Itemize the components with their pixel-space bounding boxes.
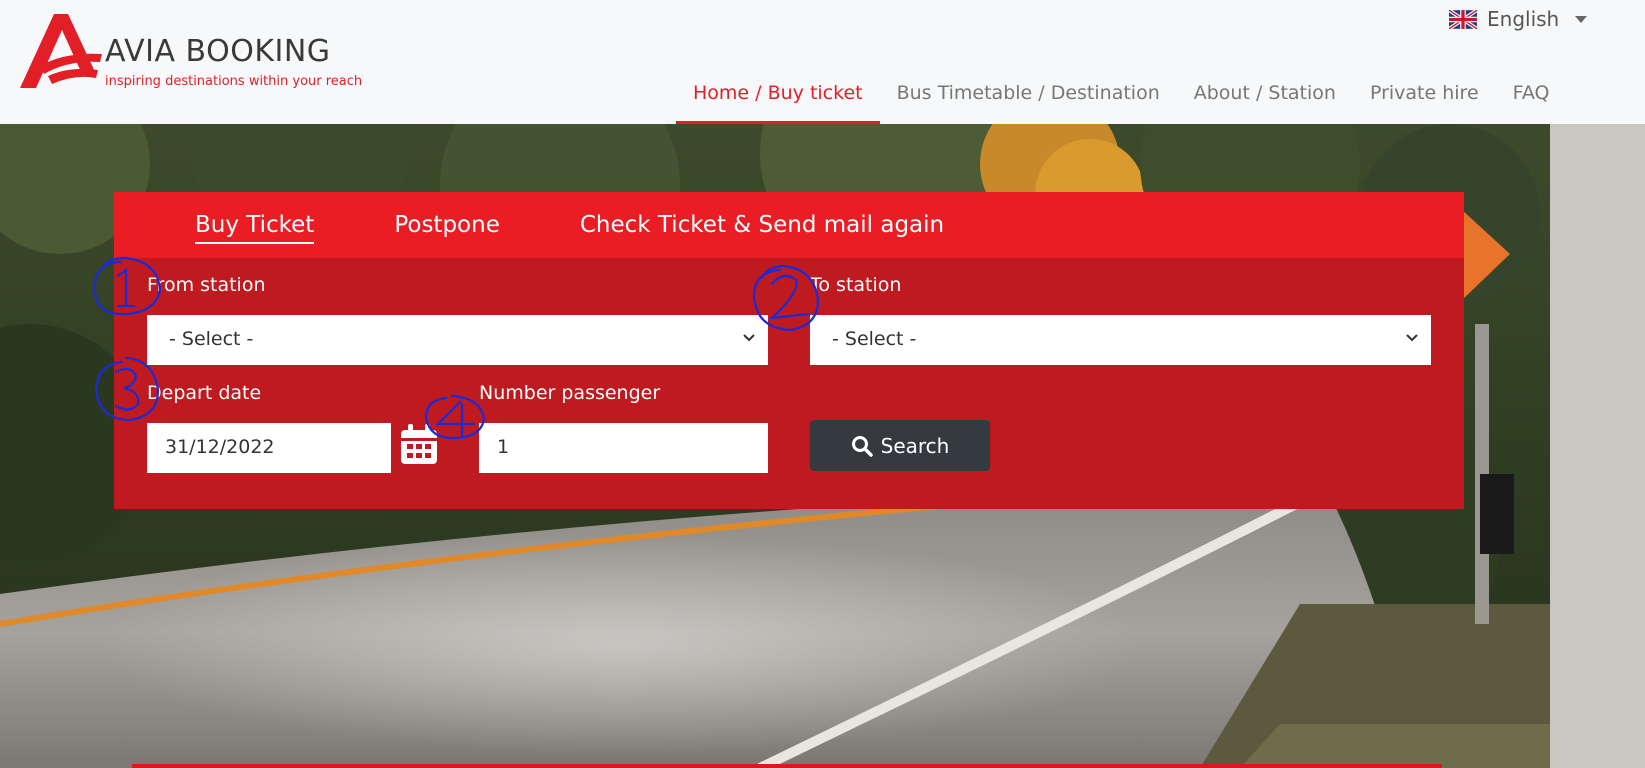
nav-item-private-hire[interactable]: Private hire	[1353, 74, 1496, 124]
brand-tagline: inspiring destinations within your reach	[105, 74, 363, 89]
brand-logo[interactable]: AVIA BOOKING inspiring destinations with…	[18, 12, 368, 92]
depart-date-label: Depart date	[147, 382, 262, 404]
tab-postpone[interactable]: Postpone	[394, 192, 500, 248]
uk-flag-icon	[1449, 9, 1477, 29]
nav-item-home[interactable]: Home / Buy ticket	[676, 74, 880, 124]
depart-date-input[interactable]: 31/12/2022	[147, 423, 391, 473]
search-button[interactable]: Search	[810, 420, 990, 471]
main-nav: Home / Buy ticket Bus Timetable / Destin…	[676, 74, 1566, 124]
nav-item-faq[interactable]: FAQ	[1496, 74, 1567, 124]
tab-buy-ticket-label: Buy Ticket	[195, 212, 315, 244]
to-station-label: To station	[810, 274, 902, 296]
nav-item-about[interactable]: About / Station	[1177, 74, 1353, 124]
tab-postpone-label: Postpone	[394, 212, 500, 238]
calendar-icon[interactable]	[399, 422, 439, 466]
booking-panel: Buy Ticket Postpone Check Ticket & Send …	[114, 192, 1464, 509]
booking-tabs: Buy Ticket Postpone Check Ticket & Send …	[114, 192, 1464, 258]
site-header: AVIA BOOKING inspiring destinations with…	[0, 0, 1645, 124]
tab-check-ticket[interactable]: Check Ticket & Send mail again	[580, 192, 944, 248]
tab-check-ticket-label: Check Ticket & Send mail again	[579, 212, 945, 238]
language-label: English	[1487, 7, 1560, 31]
from-station-label: From station	[147, 274, 266, 296]
tab-buy-ticket[interactable]: Buy Ticket	[195, 192, 315, 248]
brand-name: AVIA BOOKING	[105, 34, 331, 69]
bottom-accent-bar	[132, 764, 1442, 768]
chevron-down-icon	[1575, 15, 1588, 23]
to-station-value: - Select -	[832, 328, 917, 350]
chevron-down-icon	[1406, 334, 1418, 342]
from-station-select[interactable]: - Select -	[147, 315, 768, 365]
search-button-label: Search	[880, 433, 950, 458]
from-station-value: - Select -	[169, 328, 254, 350]
passenger-input[interactable]: 1	[479, 423, 768, 473]
passenger-label: Number passenger	[479, 382, 661, 404]
language-selector[interactable]: English	[1449, 6, 1588, 32]
avia-logo-mark	[20, 14, 102, 88]
search-icon	[851, 435, 873, 457]
nav-item-timetable[interactable]: Bus Timetable / Destination	[880, 74, 1177, 124]
to-station-select[interactable]: - Select -	[810, 315, 1431, 365]
chevron-down-icon	[743, 334, 755, 342]
